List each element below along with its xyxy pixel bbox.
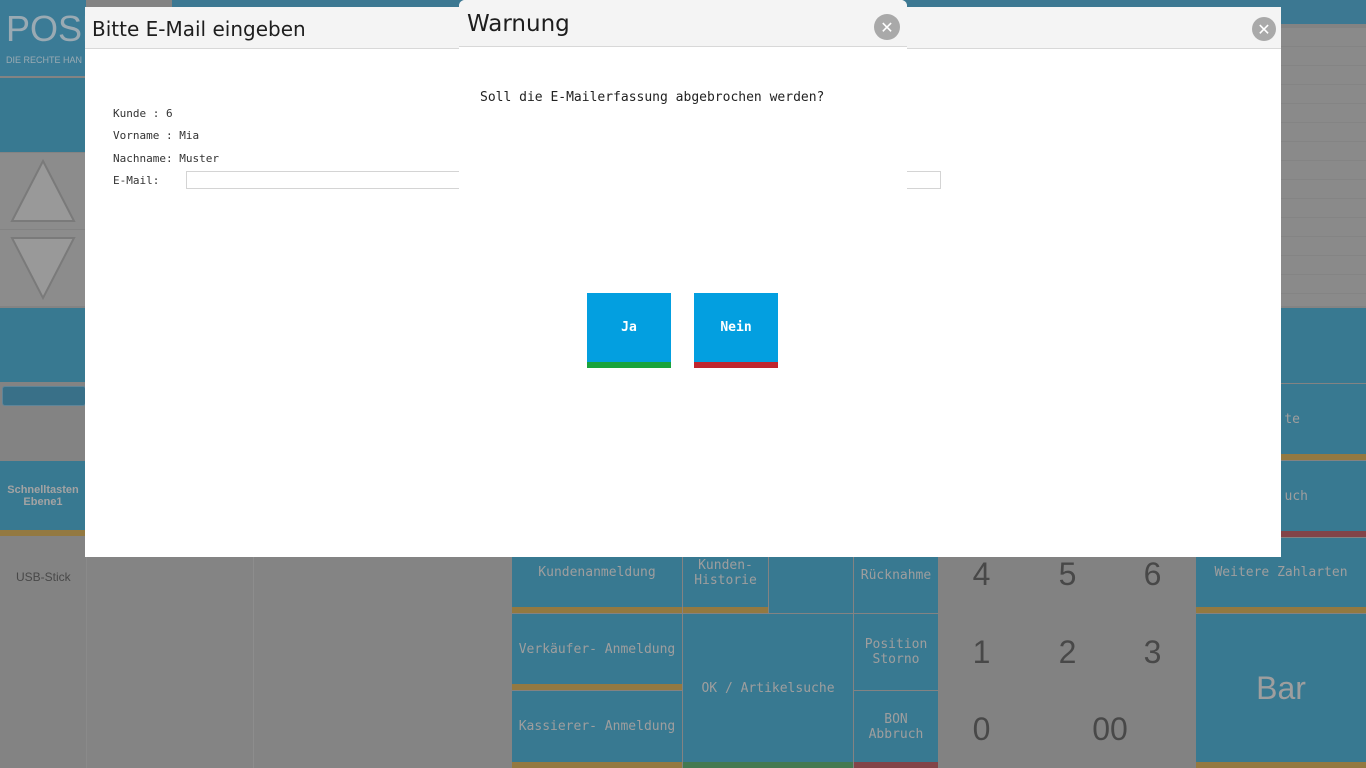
no-button[interactable]: Nein bbox=[694, 293, 778, 368]
yes-label: Ja bbox=[621, 320, 637, 335]
email-dialog-close-button[interactable]: ✕ bbox=[1252, 17, 1276, 41]
warning-message: Soll die E-Mailerfassung abgebrochen wer… bbox=[480, 90, 825, 105]
close-icon: ✕ bbox=[880, 17, 894, 37]
warning-dialog-close-button[interactable]: ✕ bbox=[874, 14, 900, 40]
email-dialog-title: Bitte E-Mail eingeben bbox=[92, 17, 306, 41]
nachname-field: Nachname: Muster bbox=[113, 152, 219, 165]
no-label: Nein bbox=[720, 320, 752, 335]
email-label: E-Mail: bbox=[113, 174, 160, 187]
vorname-field: Vorname : Mia bbox=[113, 129, 200, 142]
warning-dialog: Warnung ✕ Soll die E-Mailerfassung abgeb… bbox=[459, 0, 907, 420]
close-icon: ✕ bbox=[1257, 19, 1271, 39]
warning-dialog-header: Warnung ✕ bbox=[459, 0, 907, 47]
warning-dialog-title: Warnung bbox=[467, 11, 570, 37]
yes-button[interactable]: Ja bbox=[587, 293, 671, 368]
kunde-field: Kunde : 6 bbox=[113, 107, 173, 120]
